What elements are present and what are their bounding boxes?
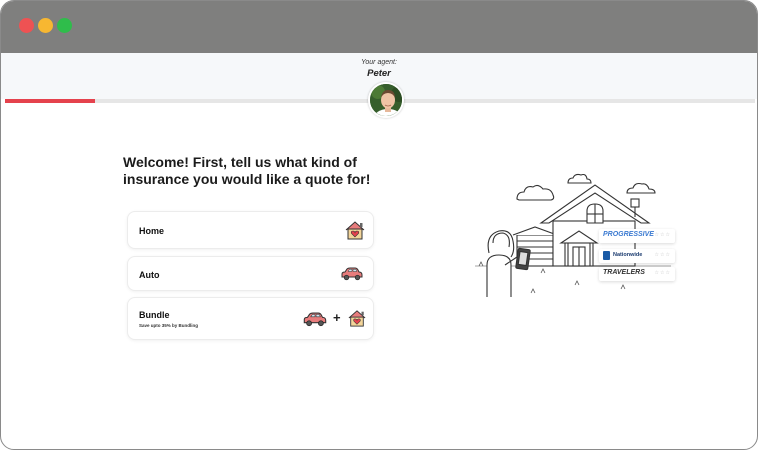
agent-caption: Your agent: — [361, 59, 397, 66]
carrier-badge-progressive: PROGRESSIVE ☆☆☆ — [599, 229, 675, 243]
option-bundle-subtitle: Save upto 35% by Bundling — [139, 323, 199, 328]
agent-avatar — [368, 82, 404, 118]
car-icon — [340, 267, 364, 286]
agent-name: Peter — [367, 68, 391, 79]
nationwide-logo-icon — [603, 251, 610, 260]
house-heart-icon — [344, 220, 366, 245]
option-bundle-label: Bundle — [139, 310, 170, 320]
close-window-button[interactable] — [19, 18, 34, 33]
carrier-badge-travelers: TRAVELERS ☆☆☆ — [599, 267, 675, 281]
carrier-badge-nationwide: Nationwide ☆☆☆ — [599, 249, 675, 263]
browser-window: Your agent: Peter Welcome! First, tell u… — [0, 0, 758, 450]
option-home-label: Home — [139, 226, 165, 236]
carrier-name: PROGRESSIVE — [603, 231, 654, 238]
car-icon — [302, 312, 328, 332]
carrier-rating: ☆☆☆ — [654, 232, 671, 238]
progress-fill — [5, 99, 95, 103]
carrier-name: Nationwide — [613, 252, 643, 258]
option-home[interactable]: Home — [127, 211, 374, 249]
bundle-plus-sign: + — [333, 310, 341, 325]
maximize-window-button[interactable] — [57, 18, 72, 33]
option-bundle[interactable]: Bundle Save upto 35% by Bundling + — [127, 297, 374, 340]
page-title: Welcome! First, tell us what kind of ins… — [123, 154, 371, 187]
option-auto[interactable]: Auto — [127, 256, 374, 291]
title-bar — [1, 1, 757, 53]
carrier-name: TRAVELERS — [603, 269, 645, 276]
option-auto-label: Auto — [139, 270, 160, 280]
house-heart-icon — [347, 309, 367, 332]
carrier-rating: ☆☆☆ — [654, 252, 671, 258]
carrier-rating: ☆☆☆ — [654, 270, 671, 276]
minimize-window-button[interactable] — [38, 18, 53, 33]
